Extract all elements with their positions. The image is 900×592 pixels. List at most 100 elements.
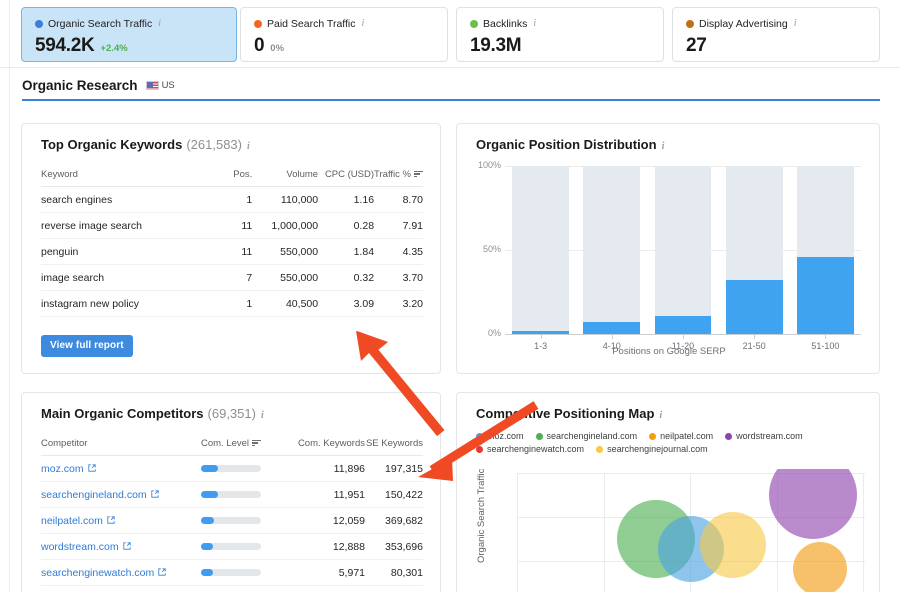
legend-label: searchenginewatch.com xyxy=(487,444,584,454)
external-link-icon[interactable] xyxy=(123,542,131,550)
info-icon[interactable]: i xyxy=(659,410,662,421)
se-keywords-value[interactable]: 369,682 xyxy=(365,508,423,534)
common-keywords-value[interactable]: 11,896 xyxy=(289,456,365,482)
metric-card-header: Backlinksi xyxy=(470,17,663,30)
info-icon[interactable]: i xyxy=(158,18,161,29)
col-cpc[interactable]: CPC (USD) xyxy=(318,169,374,187)
competitor-domain-link[interactable]: wordstream.com xyxy=(41,534,201,560)
se-keywords-value[interactable]: 353,696 xyxy=(365,534,423,560)
keyword-link[interactable]: reverse image search xyxy=(41,213,212,239)
table-row[interactable]: image search7550,0000.323.70 xyxy=(41,265,423,291)
bar-chart-column[interactable] xyxy=(726,166,783,334)
sort-descending-icon[interactable] xyxy=(252,439,261,447)
table-row[interactable]: wordstream.com 12,888353,696 xyxy=(41,534,423,560)
sort-descending-icon[interactable] xyxy=(414,170,423,178)
col-volume[interactable]: Volume xyxy=(252,169,318,187)
legend-item[interactable]: searchengineland.com xyxy=(536,431,638,441)
col-position[interactable]: Pos. xyxy=(212,169,252,187)
keyword-cpc: 0.32 xyxy=(318,265,374,291)
keyword-volume: 550,000 xyxy=(252,265,318,291)
info-icon[interactable]: i xyxy=(662,141,665,152)
col-traffic-pct[interactable]: Traffic % xyxy=(374,169,423,187)
table-row[interactable]: moz.com 11,896197,315 xyxy=(41,456,423,482)
legend-item[interactable]: moz.com xyxy=(476,431,524,441)
info-icon[interactable]: i xyxy=(794,18,797,29)
table-row[interactable]: reverse image search111,000,0000.287.91 xyxy=(41,213,423,239)
table-row[interactable]: neilpatel.com 12,059369,682 xyxy=(41,508,423,534)
bar-chart-column[interactable] xyxy=(512,166,569,334)
table-row[interactable]: searchenginewatch.com 5,97180,301 xyxy=(41,560,423,586)
table-row[interactable]: searchengineland.com 11,951150,422 xyxy=(41,482,423,508)
col-com-keywords[interactable]: Com. Keywords xyxy=(289,438,365,456)
metric-card-backlinks[interactable]: Backlinksi19.3M xyxy=(456,7,664,62)
metric-card-display-advertising[interactable]: Display Advertisingi27 xyxy=(672,7,880,62)
keyword-link[interactable]: image search xyxy=(41,265,212,291)
competitor-domain-link[interactable]: neilpatel.com xyxy=(41,508,201,534)
info-icon[interactable]: i xyxy=(261,410,264,421)
col-com-level[interactable]: Com. Level xyxy=(201,438,289,456)
legend-item[interactable]: wordstream.com xyxy=(725,431,803,441)
keyword-volume: 110,000 xyxy=(252,187,318,213)
metric-label: Paid Search Traffic xyxy=(267,18,356,30)
keyword-link[interactable]: penguin xyxy=(41,239,212,265)
info-icon[interactable]: i xyxy=(362,18,365,29)
keyword-traffic-pct: 3.20 xyxy=(374,291,423,317)
keyword-cpc: 3.09 xyxy=(318,291,374,317)
competitor-domain-link[interactable]: searchengineland.com xyxy=(41,482,201,508)
organic-research-dashboard: Organic Search Traffici594.2K+2.4% Paid S… xyxy=(0,0,900,592)
bar-track xyxy=(512,166,569,334)
legend-item[interactable]: neilpatel.com xyxy=(649,431,713,441)
col-keyword[interactable]: Keyword xyxy=(41,169,212,187)
common-keywords-value[interactable]: 12,059 xyxy=(289,508,365,534)
competitive-positioning-bubble-chart: 250K500K750K1M xyxy=(517,469,865,592)
external-link-icon[interactable] xyxy=(88,464,96,472)
table-row[interactable]: instagram new policy140,5003.093.20 xyxy=(41,291,423,317)
info-icon[interactable]: i xyxy=(247,141,250,152)
country-selector[interactable]: US xyxy=(146,80,175,91)
keyword-volume: 40,500 xyxy=(252,291,318,317)
metric-delta-badge: 0% xyxy=(270,43,284,54)
keyword-traffic-pct: 8.70 xyxy=(374,187,423,213)
metric-value-row: 27 xyxy=(686,35,879,57)
bubble-neilpatel-com[interactable] xyxy=(793,542,847,592)
view-full-report-button[interactable]: View full report xyxy=(41,335,133,357)
bar-chart-column[interactable] xyxy=(655,166,712,334)
bubble-center-marker-icon xyxy=(688,545,695,552)
bubble-chart-gridline-vertical xyxy=(517,473,518,592)
common-keywords-value[interactable]: 11,951 xyxy=(289,482,365,508)
col-se-keywords[interactable]: SE Keywords xyxy=(365,438,423,456)
se-keywords-value[interactable]: 150,422 xyxy=(365,482,423,508)
common-keywords-value[interactable]: 12,888 xyxy=(289,534,365,560)
se-keywords-value[interactable]: 80,301 xyxy=(365,560,423,586)
metric-card-organic-search-traffic[interactable]: Organic Search Traffici594.2K+2.4% xyxy=(21,7,237,62)
table-row[interactable]: penguin11550,0001.844.35 xyxy=(41,239,423,265)
bubble-wordstream-com[interactable] xyxy=(769,469,857,539)
bar-track xyxy=(583,166,640,334)
bar-chart-x-axis-title: Positions on Google SERP xyxy=(471,346,867,357)
keyword-link[interactable]: search engines xyxy=(41,187,212,213)
legend-item[interactable]: searchenginejournal.com xyxy=(596,444,708,454)
legend-item[interactable]: searchenginewatch.com xyxy=(476,444,584,454)
external-link-icon[interactable] xyxy=(107,516,115,524)
common-keywords-value[interactable]: 5,971 xyxy=(289,560,365,586)
bar-chart-column[interactable] xyxy=(583,166,640,334)
position-distribution-bar-chart: 100%50%0%1-34-1011-2021-5051-100 xyxy=(471,166,867,356)
external-link-icon[interactable] xyxy=(151,490,159,498)
metric-card-paid-search-traffic[interactable]: Paid Search Traffici00% xyxy=(240,7,448,62)
info-icon[interactable]: i xyxy=(533,18,536,29)
bubble-searchenginejournal-com[interactable] xyxy=(700,512,766,578)
se-keywords-value[interactable]: 197,315 xyxy=(365,456,423,482)
progress-fill xyxy=(201,465,218,472)
bar-chart-x-tick xyxy=(612,335,613,339)
bar-value xyxy=(583,322,640,334)
col-competitor[interactable]: Competitor xyxy=(41,438,201,456)
keyword-cpc: 1.16 xyxy=(318,187,374,213)
external-link-icon[interactable] xyxy=(158,568,166,576)
table-row[interactable]: search engines1110,0001.168.70 xyxy=(41,187,423,213)
keyword-link[interactable]: instagram new policy xyxy=(41,291,212,317)
map-panel-title: Competitive Positioning Map i xyxy=(476,406,662,421)
competitor-domain-link[interactable]: searchenginewatch.com xyxy=(41,560,201,586)
bubble-chart-y-axis-title: Organic Search Traffic xyxy=(476,469,487,563)
bar-chart-column[interactable] xyxy=(797,166,854,334)
competitor-domain-link[interactable]: moz.com xyxy=(41,456,201,482)
